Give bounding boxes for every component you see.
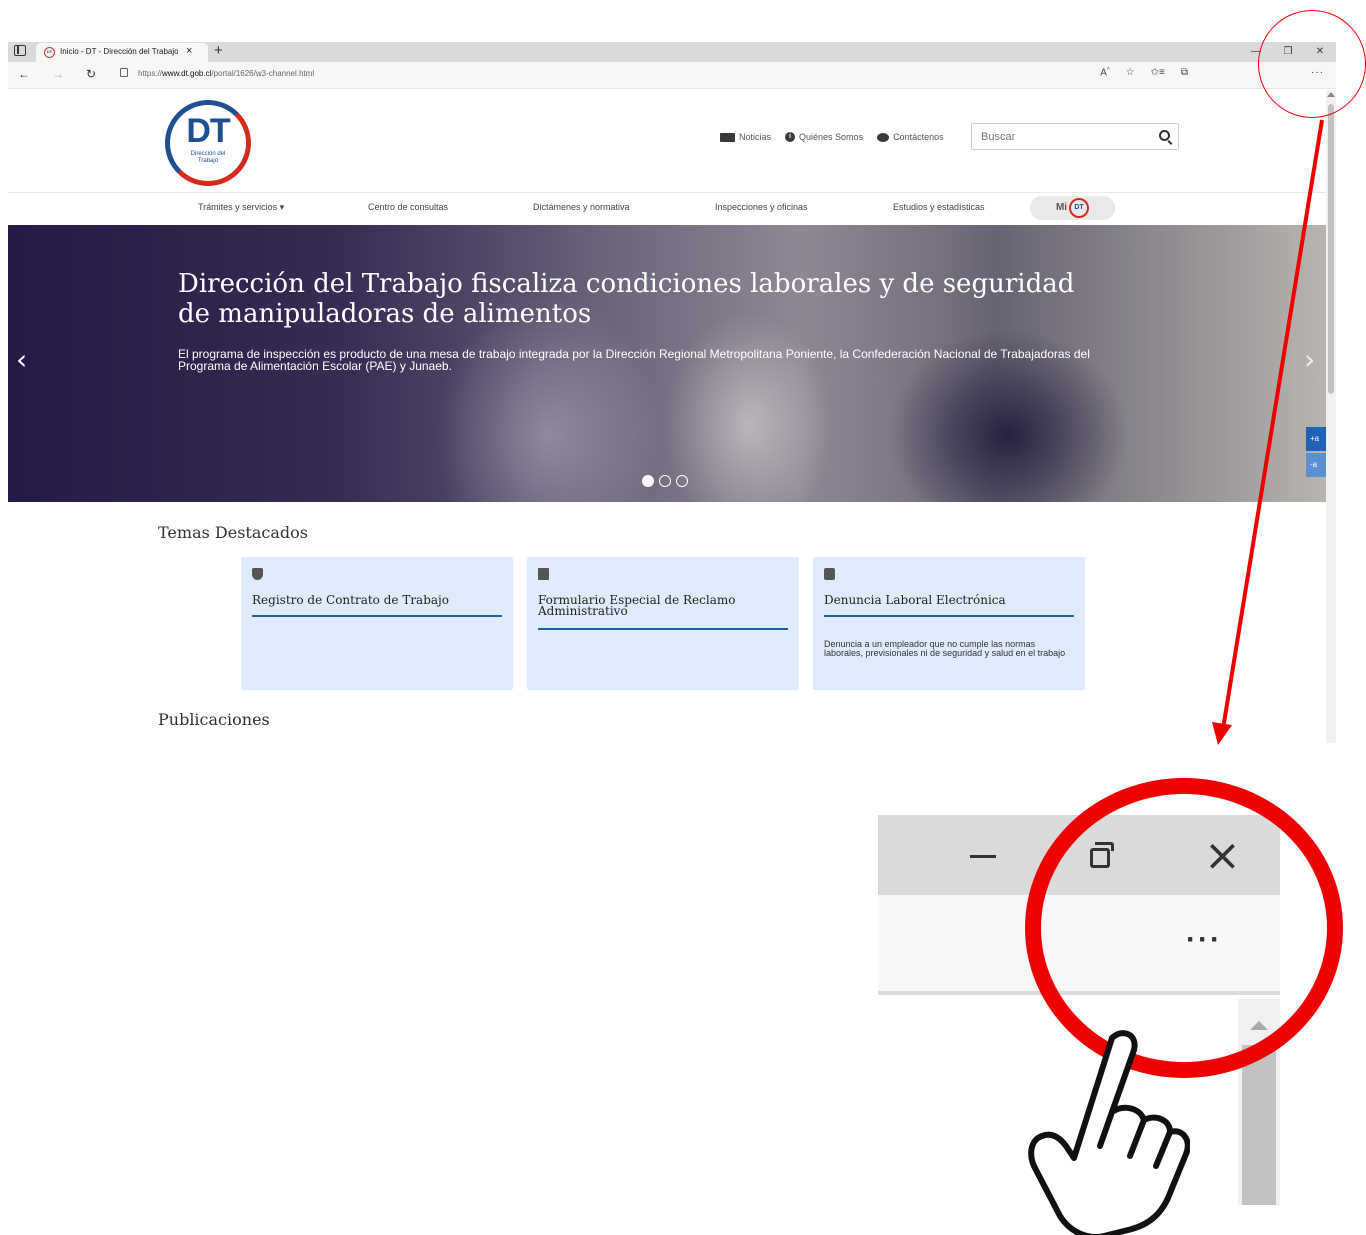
arrow-head bbox=[1212, 722, 1232, 745]
arrow-line bbox=[1220, 119, 1324, 736]
minimize-icon bbox=[970, 855, 996, 858]
pointing-hand-icon bbox=[1028, 1030, 1190, 1235]
